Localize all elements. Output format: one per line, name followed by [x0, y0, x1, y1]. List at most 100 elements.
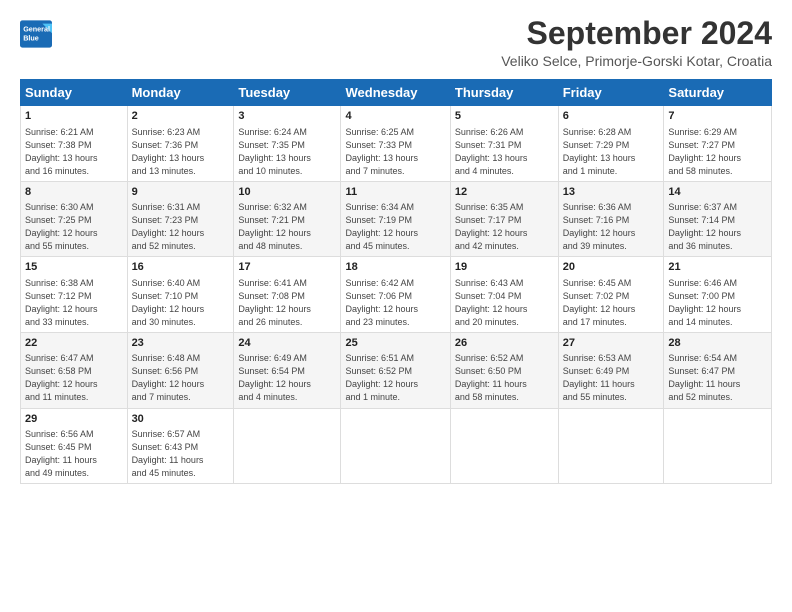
day-cell — [234, 408, 341, 484]
day-number: 14 — [668, 185, 767, 200]
day-cell: 16Sunrise: 6:40 AMSunset: 7:10 PMDayligh… — [127, 257, 234, 333]
day-number: 5 — [455, 109, 554, 124]
calendar-table: SundayMondayTuesdayWednesdayThursdayFrid… — [20, 79, 772, 484]
day-cell: 6 Sunrise: 6:28 AMSunset: 7:29 PMDaylight… — [558, 106, 664, 182]
day-info: Sunrise: 6:42 AMSunset: 7:06 PMDaylight:… — [345, 277, 445, 329]
day-number: 28 — [668, 336, 767, 351]
day-number: 11 — [345, 185, 445, 200]
day-cell: 21 Sunrise: 6:46 AMSunset: 7:00 PMDayligh… — [664, 257, 772, 333]
svg-text:Blue: Blue — [23, 33, 39, 42]
day-cell: 11Sunrise: 6:34 AMSunset: 7:19 PMDayligh… — [341, 181, 450, 257]
day-number: 17 — [238, 260, 336, 275]
day-info: Sunrise: 6:25 AMSunset: 7:33 PMDaylight:… — [345, 126, 445, 178]
day-number: 19 — [455, 260, 554, 275]
header: General Blue September 2024 Veliko Selce… — [20, 16, 772, 69]
day-info: Sunrise: 6:56 AMSunset: 6:45 PMDaylight:… — [25, 428, 123, 480]
day-cell: 10Sunrise: 6:32 AMSunset: 7:21 PMDayligh… — [234, 181, 341, 257]
day-cell: 27Sunrise: 6:53 AMSunset: 6:49 PMDayligh… — [558, 332, 664, 408]
logo: General Blue — [20, 20, 56, 48]
week-row-2: 8Sunrise: 6:30 AMSunset: 7:25 PMDaylight… — [21, 181, 772, 257]
day-number: 9 — [132, 185, 230, 200]
day-info: Sunrise: 6:21 AMSunset: 7:38 PMDaylight:… — [25, 126, 123, 178]
day-number: 27 — [563, 336, 660, 351]
day-number: 24 — [238, 336, 336, 351]
day-number: 7 — [668, 109, 767, 124]
day-cell: 3 Sunrise: 6:24 AMSunset: 7:35 PMDaylight… — [234, 106, 341, 182]
day-info: Sunrise: 6:31 AMSunset: 7:23 PMDaylight:… — [132, 201, 230, 253]
day-cell: 19 Sunrise: 6:43 AMSunset: 7:04 PMDayligh… — [450, 257, 558, 333]
day-info: Sunrise: 6:29 AMSunset: 7:27 PMDaylight:… — [668, 126, 767, 178]
col-header-saturday: Saturday — [664, 80, 772, 106]
day-cell — [450, 408, 558, 484]
day-cell — [558, 408, 664, 484]
day-info: Sunrise: 6:23 AMSunset: 7:36 PMDaylight:… — [132, 126, 230, 178]
day-cell: 30Sunrise: 6:57 AMSunset: 6:43 PMDayligh… — [127, 408, 234, 484]
day-number: 12 — [455, 185, 554, 200]
svg-text:General: General — [23, 25, 50, 34]
day-info: Sunrise: 6:52 AMSunset: 6:50 PMDaylight:… — [455, 352, 554, 404]
day-number: 25 — [345, 336, 445, 351]
day-cell: 25Sunrise: 6:51 AMSunset: 6:52 PMDayligh… — [341, 332, 450, 408]
day-cell — [341, 408, 450, 484]
day-info: Sunrise: 6:41 AMSunset: 7:08 PMDaylight:… — [238, 277, 336, 329]
day-cell: 12Sunrise: 6:35 AMSunset: 7:17 PMDayligh… — [450, 181, 558, 257]
day-number: 16 — [132, 260, 230, 275]
day-number: 15 — [25, 260, 123, 275]
day-number: 22 — [25, 336, 123, 351]
day-cell: 20 Sunrise: 6:45 AMSunset: 7:02 PMDayligh… — [558, 257, 664, 333]
day-info: Sunrise: 6:48 AMSunset: 6:56 PMDaylight:… — [132, 352, 230, 404]
col-header-wednesday: Wednesday — [341, 80, 450, 106]
day-cell: 24Sunrise: 6:49 AMSunset: 6:54 PMDayligh… — [234, 332, 341, 408]
week-row-1: 1 Sunrise: 6:21 AMSunset: 7:38 PMDaylight… — [21, 106, 772, 182]
logo-icon: General Blue — [20, 20, 52, 48]
day-number: 6 — [563, 109, 660, 124]
day-number: 26 — [455, 336, 554, 351]
day-info: Sunrise: 6:26 AMSunset: 7:31 PMDaylight:… — [455, 126, 554, 178]
day-cell: 28Sunrise: 6:54 AMSunset: 6:47 PMDayligh… — [664, 332, 772, 408]
location: Veliko Selce, Primorje-Gorski Kotar, Cro… — [501, 53, 772, 69]
day-number: 3 — [238, 109, 336, 124]
day-cell: 4 Sunrise: 6:25 AMSunset: 7:33 PMDaylight… — [341, 106, 450, 182]
col-header-monday: Monday — [127, 80, 234, 106]
day-number: 21 — [668, 260, 767, 275]
day-cell — [664, 408, 772, 484]
day-number: 10 — [238, 185, 336, 200]
day-info: Sunrise: 6:49 AMSunset: 6:54 PMDaylight:… — [238, 352, 336, 404]
month-title: September 2024 — [501, 16, 772, 51]
day-info: Sunrise: 6:32 AMSunset: 7:21 PMDaylight:… — [238, 201, 336, 253]
day-info: Sunrise: 6:53 AMSunset: 6:49 PMDaylight:… — [563, 352, 660, 404]
day-info: Sunrise: 6:36 AMSunset: 7:16 PMDaylight:… — [563, 201, 660, 253]
day-info: Sunrise: 6:45 AMSunset: 7:02 PMDaylight:… — [563, 277, 660, 329]
day-cell: 17 Sunrise: 6:41 AMSunset: 7:08 PMDayligh… — [234, 257, 341, 333]
day-cell: 2 Sunrise: 6:23 AMSunset: 7:36 PMDaylight… — [127, 106, 234, 182]
week-row-5: 29Sunrise: 6:56 AMSunset: 6:45 PMDayligh… — [21, 408, 772, 484]
col-header-friday: Friday — [558, 80, 664, 106]
day-info: Sunrise: 6:43 AMSunset: 7:04 PMDaylight:… — [455, 277, 554, 329]
day-number: 2 — [132, 109, 230, 124]
day-info: Sunrise: 6:37 AMSunset: 7:14 PMDaylight:… — [668, 201, 767, 253]
title-block: September 2024 Veliko Selce, Primorje-Go… — [501, 16, 772, 69]
day-cell: 22Sunrise: 6:47 AMSunset: 6:58 PMDayligh… — [21, 332, 128, 408]
day-number: 30 — [132, 412, 230, 427]
day-info: Sunrise: 6:46 AMSunset: 7:00 PMDaylight:… — [668, 277, 767, 329]
day-cell: 14Sunrise: 6:37 AMSunset: 7:14 PMDayligh… — [664, 181, 772, 257]
week-row-3: 15Sunrise: 6:38 AMSunset: 7:12 PMDayligh… — [21, 257, 772, 333]
day-cell: 26Sunrise: 6:52 AMSunset: 6:50 PMDayligh… — [450, 332, 558, 408]
day-cell: 13Sunrise: 6:36 AMSunset: 7:16 PMDayligh… — [558, 181, 664, 257]
day-cell: 18Sunrise: 6:42 AMSunset: 7:06 PMDayligh… — [341, 257, 450, 333]
day-number: 29 — [25, 412, 123, 427]
day-info: Sunrise: 6:47 AMSunset: 6:58 PMDaylight:… — [25, 352, 123, 404]
page: General Blue September 2024 Veliko Selce… — [0, 0, 792, 612]
day-number: 4 — [345, 109, 445, 124]
day-info: Sunrise: 6:24 AMSunset: 7:35 PMDaylight:… — [238, 126, 336, 178]
day-cell: 7 Sunrise: 6:29 AMSunset: 7:27 PMDaylight… — [664, 106, 772, 182]
day-cell: 23Sunrise: 6:48 AMSunset: 6:56 PMDayligh… — [127, 332, 234, 408]
day-cell: 15Sunrise: 6:38 AMSunset: 7:12 PMDayligh… — [21, 257, 128, 333]
day-number: 1 — [25, 109, 123, 124]
week-row-4: 22Sunrise: 6:47 AMSunset: 6:58 PMDayligh… — [21, 332, 772, 408]
day-info: Sunrise: 6:35 AMSunset: 7:17 PMDaylight:… — [455, 201, 554, 253]
day-number: 8 — [25, 185, 123, 200]
day-number: 20 — [563, 260, 660, 275]
day-cell: 1 Sunrise: 6:21 AMSunset: 7:38 PMDaylight… — [21, 106, 128, 182]
day-info: Sunrise: 6:28 AMSunset: 7:29 PMDaylight:… — [563, 126, 660, 178]
